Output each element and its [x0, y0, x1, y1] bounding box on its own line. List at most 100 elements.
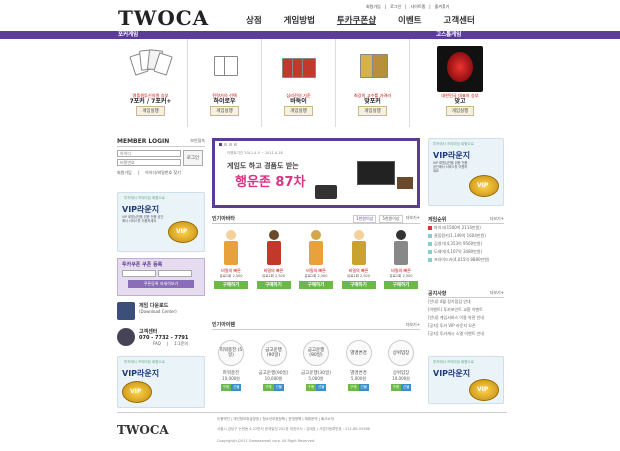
banner-line1: 게임도 하고 경품도 받는: [227, 162, 299, 170]
vip-lounge-banner-right-2[interactable]: 투카에서 프리미엄 회원으로 VIP라운지 VIP: [428, 356, 504, 404]
coupon-input-2[interactable]: [158, 270, 192, 277]
customer-center: 고객센터 070 - 7732 - 7791 FAQ | 1:1문의: [117, 328, 205, 356]
coupon-input-1[interactable]: [122, 270, 156, 277]
banner-pager: [219, 143, 237, 146]
buy-button[interactable]: 구매: [348, 384, 359, 391]
buy-button[interactable]: 구매하기: [214, 281, 248, 289]
vip-subtitle: 투카에서 프리미엄 회원으로: [124, 360, 165, 364]
ranking-row[interactable]: 프라이드카(4,015억 8880만원): [428, 256, 504, 264]
buy-button[interactable]: 구매하기: [299, 281, 333, 289]
gift-button[interactable]: 선물: [231, 384, 242, 391]
find-account-link[interactable]: 아이디/비밀번호 찾기: [145, 170, 181, 176]
buy-button[interactable]: 구매: [263, 384, 274, 391]
vip-title: VIP라운지: [122, 369, 160, 378]
popular-item-header: 인기아이템 더보기+: [212, 320, 420, 330]
id-field[interactable]: 아이디: [117, 150, 181, 157]
join-link[interactable]: 회원가입: [366, 4, 381, 10]
tab-5000[interactable]: 5천원이상: [379, 214, 403, 223]
gift-button[interactable]: 선물: [401, 384, 412, 391]
avatar-item[interactable]: 비밀의 빠른 유료1회 2,500 구매하기: [341, 230, 376, 298]
item-price: 5,000원: [350, 376, 367, 381]
nav-support[interactable]: 고객센터: [444, 14, 475, 26]
play-button[interactable]: 게임실행: [136, 106, 165, 116]
item-card[interactable]: 상위업장 상위업장 10,000원 구매 선물: [386, 340, 416, 391]
more-link[interactable]: 더보기+: [406, 215, 420, 223]
sitemap-link[interactable]: 사이트맵: [411, 4, 426, 10]
login-title: MEMBER LOGIN: [117, 138, 170, 145]
ranking-row[interactable]: 김영기(4,353억 9560만원): [428, 240, 504, 248]
avatar-item[interactable]: 비밀의 빠른 유료1회 2,500 구매하기: [256, 230, 291, 298]
qna-link[interactable]: 1:1문의: [174, 341, 188, 347]
notice-row[interactable]: [안내] 게임서비스 이용 약관 안내: [428, 314, 504, 322]
footer-copyright: Copyright(c)2011 Gameaamall corp. All Ri…: [217, 439, 316, 443]
bookmark-link[interactable]: 즐겨찾기: [435, 4, 450, 10]
gift-button[interactable]: 선물: [316, 384, 327, 391]
coupon-register-button[interactable]: 쿠폰등록 자세히보기: [128, 280, 194, 288]
event-banner[interactable]: 이벤트기간 2011.4.5 ~ 2011.4.18 게임도 하고 경품도 받는…: [212, 138, 420, 208]
item-list: 피워충전 (5일) 파워충전 10,000원 구매 선물 금고운행 (90일) 금…: [216, 340, 416, 391]
avatar-price: 유료1회 2,500: [261, 274, 286, 278]
notice-row[interactable]: [공지] 투카캐시 소멸 이벤트 안내: [428, 330, 504, 338]
item-price: 10,000원: [392, 376, 410, 381]
vip-lounge-banner-2[interactable]: 투카에서 프리미엄 회원으로 VIP라운지 VIP: [117, 356, 205, 408]
footer-links[interactable]: 이용약관 | 개인정보취급방침 | 청소년보호정책 | 운영정책 | 제휴문의 …: [217, 417, 334, 422]
buy-button[interactable]: 구매: [220, 384, 231, 391]
item-card[interactable]: 별명변경 별명변경 5,000원 구매 선물: [344, 340, 374, 391]
ranking-row[interactable]: 도레미(4,107억 3480만원): [428, 248, 504, 256]
buy-button[interactable]: 구매: [305, 384, 316, 391]
vip-lounge-banner[interactable]: 투카에서 프리미엄 회원으로 VIP라운지 VIP 회원님만을 위한 전용 공간…: [117, 192, 205, 252]
more-link[interactable]: 더보기+: [490, 290, 504, 297]
ranking-row[interactable]: 파이크(1500억 2114만원): [428, 224, 504, 232]
buy-button[interactable]: 구매: [390, 384, 401, 391]
tab-1000[interactable]: 1천원이상: [353, 214, 377, 223]
buy-button[interactable]: 구매하기: [341, 281, 376, 289]
site-logo[interactable]: TWOCA: [118, 6, 209, 30]
vip-lounge-banner-right[interactable]: 투카에서 프리미엄 회원으로 VIP라운지 VIP 회원님만을 위한 전용 공간…: [428, 138, 504, 206]
download-center[interactable]: 게임 다운로드 (Download Center): [117, 302, 205, 324]
nav-coupon[interactable]: 투카쿠폰샵: [337, 14, 376, 26]
headset-icon: [117, 328, 135, 346]
buy-button[interactable]: 구매하기: [384, 281, 418, 289]
buy-button[interactable]: 구매하기: [256, 281, 291, 289]
nav-howto[interactable]: 게임방법: [284, 14, 315, 26]
faq-link[interactable]: FAQ: [153, 341, 161, 347]
notice-row[interactable]: [이벤트] 투카포인트 교환 이벤트: [428, 306, 504, 314]
item-card[interactable]: 금고운행 (90일) 금고운행(90일) 10,000원 구매 선물: [259, 340, 289, 391]
gift-button[interactable]: 선물: [273, 384, 284, 391]
game-name: 맞포커: [364, 98, 381, 105]
avatar-item[interactable]: 비밀의 빠른 유료1회 2,500 구매하기: [384, 230, 418, 298]
login-button[interactable]: 로그인: [183, 150, 203, 166]
game-matgo[interactable]: 대한민국 대표의 승부 맞고 게임실행: [410, 39, 510, 127]
play-button[interactable]: 게임실행: [210, 106, 239, 116]
item-price: 10,000원: [264, 376, 283, 381]
play-button[interactable]: 게임실행: [445, 106, 475, 116]
download-subtitle: (Download Center): [139, 309, 177, 314]
more-link[interactable]: 더보기+: [490, 216, 504, 223]
avatar-item[interactable]: 비밀의 빠른 유료1회 2,500 구매하기: [299, 230, 333, 298]
nav-shop[interactable]: 상점: [246, 14, 262, 26]
notice-row[interactable]: [안내] 4월 정기점검 안내: [428, 298, 504, 306]
secure-login-toggle[interactable]: 보안접속: [190, 138, 205, 145]
more-link[interactable]: 더보기+: [406, 322, 420, 328]
game-7poker[interactable]: 명품원투신의원 승부 7포커 / 7포커+ 게임실행: [114, 39, 188, 127]
banner-date: 이벤트기간 2011.4.5 ~ 2011.4.18: [227, 151, 283, 155]
login-link[interactable]: 로그인: [390, 4, 401, 10]
game-matpoker[interactable]: 최강의 고수를 가려라 맞포커 게임실행: [336, 39, 410, 127]
game-badugi[interactable]: 심리전의 기준 바둑이 게임실행: [262, 39, 336, 127]
gift-button[interactable]: 선물: [358, 384, 369, 391]
game-highlow[interactable]: 전략가의 선택 하이로우 게임실행: [188, 39, 262, 127]
play-button[interactable]: 게임실행: [358, 106, 387, 116]
item-card[interactable]: 피워충전 (5일) 파워충전 10,000원 구매 선물: [216, 340, 246, 391]
game-name: 바둑이: [290, 98, 307, 105]
notice-row[interactable]: [공지] 투카 VIP 라운지 오픈: [428, 322, 504, 330]
join-link[interactable]: 회원가입: [117, 170, 132, 176]
play-button[interactable]: 게임실행: [284, 106, 313, 116]
password-field[interactable]: 비밀번호: [117, 159, 181, 166]
nav-event[interactable]: 이벤트: [398, 14, 421, 26]
ranking-row[interactable]: 클립원키(1,149억 1604만원): [428, 232, 504, 240]
avatar-item[interactable]: 비밀의 빠른 유료1회 2,500 구매하기: [214, 230, 248, 298]
item-card[interactable]: 금고운행 (90일) 금고운행(30일) 5,000원 구매 선물: [301, 340, 331, 391]
vip-desc: VIP 회원님만을 위한 전용 공간에서 서비스를 이용하세요: [122, 215, 164, 223]
vip-desc: VIP 회원님만을 위한 전용 공간에서 서비스를 이용하세요: [433, 161, 468, 173]
item-circle: 피워충전 (5일): [218, 340, 244, 366]
